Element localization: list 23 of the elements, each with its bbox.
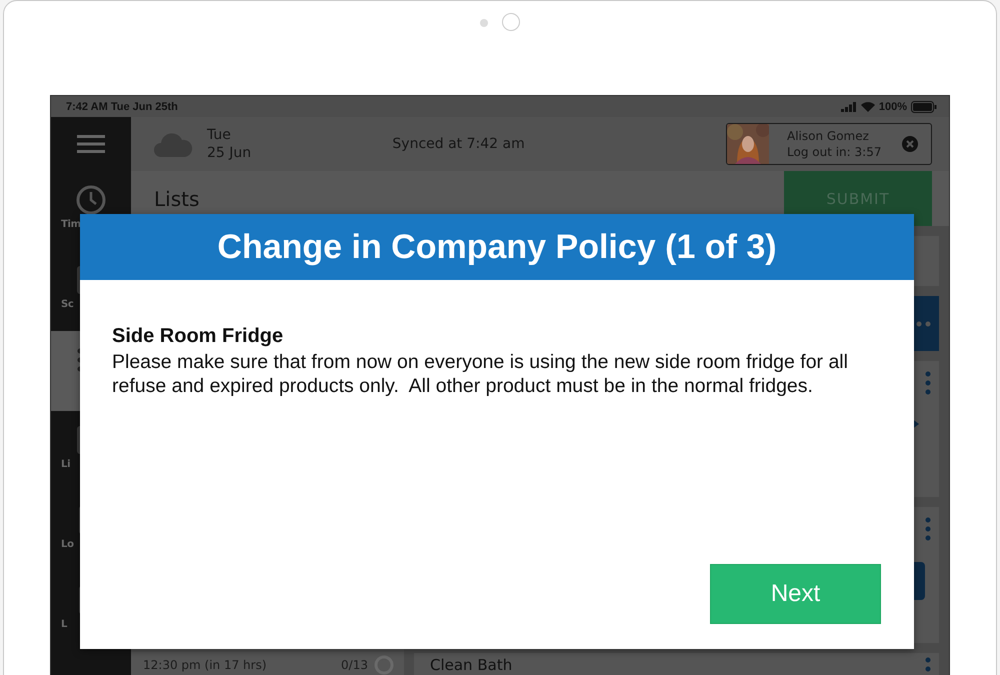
- list-time: 12:30 pm (in 17 hrs): [143, 658, 267, 672]
- sidebar-label: Tim: [60, 219, 81, 230]
- sidebar-label: L: [60, 619, 68, 630]
- user-name: Alison Gomez: [787, 128, 870, 144]
- sidebar-label: Li: [60, 459, 70, 470]
- task-card[interactable]: Clean Bath: [414, 653, 939, 675]
- status-time: 7:42 AM Tue Jun 25th: [66, 100, 178, 112]
- policy-text: Please make sure that from now on everyone is using the new side room fridge for all refuse and expired products only. All other product must be in the normal fridges.: [112, 350, 849, 398]
- weekday: Tue: [207, 126, 232, 144]
- list-row[interactable]: 12:30 pm (in 17 hrs) 0/13: [131, 652, 404, 675]
- sync-status: Synced at 7:42 am: [392, 136, 525, 152]
- user-card[interactable]: Alison Gomez Log out in: 3:57: [726, 123, 932, 165]
- battery-percent: 100%: [878, 100, 907, 112]
- sidebar-label: Sc: [60, 299, 74, 310]
- progress-count: 0/13: [341, 658, 368, 672]
- logout-timer: Log out in: 3:57: [787, 144, 882, 160]
- policy-heading: Side Room Fridge: [112, 325, 284, 348]
- sidebar-label: Lo: [60, 539, 74, 550]
- page-title: Lists: [154, 186, 200, 210]
- next-button[interactable]: Next: [710, 564, 881, 624]
- date: 25 Jun: [207, 144, 252, 162]
- task-title: Clean Bath: [430, 657, 512, 675]
- dialog-title: Change in Company Policy (1 of 3): [80, 214, 914, 280]
